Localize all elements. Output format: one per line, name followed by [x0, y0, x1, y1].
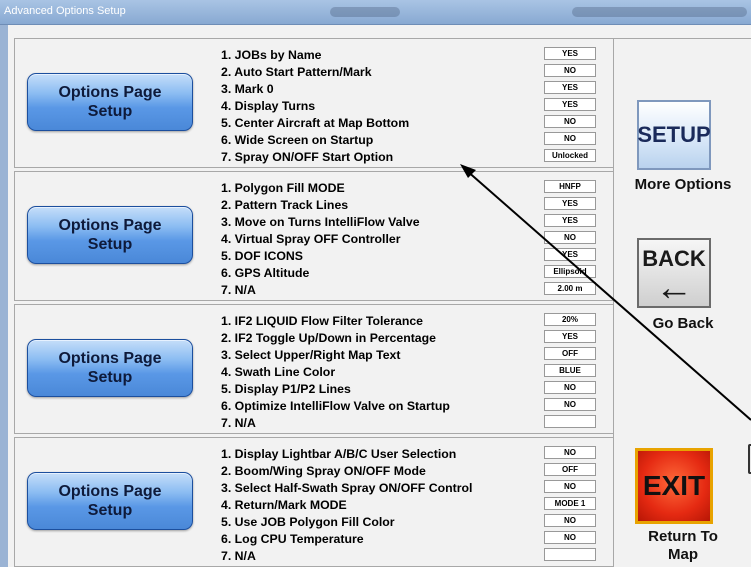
- go-back-caption: Go Back: [652, 315, 714, 332]
- option-value-field[interactable]: 20%: [544, 313, 596, 326]
- option-value-field[interactable]: NO: [544, 132, 596, 145]
- back-button[interactable]: BACK ←: [637, 238, 711, 308]
- button-label-line1: Options Page: [58, 217, 162, 234]
- options-page-setup-button-3[interactable]: Options Page Setup: [27, 339, 193, 397]
- option-item: 3. Select Half-Swath Spray ON/OFF Contro…: [221, 481, 473, 495]
- option-item: 7. N/A: [221, 416, 256, 430]
- options-section-4: Options Page Setup 1. Display Lightbar A…: [14, 437, 614, 567]
- options-section-1: Options Page Setup 1. JOBs by Name 2. Au…: [14, 38, 614, 168]
- option-item: 1. Polygon Fill MODE: [221, 181, 345, 195]
- options-section-3: Options Page Setup 1. IF2 LIQUID Flow Fi…: [14, 304, 614, 434]
- option-value-field[interactable]: HNFP: [544, 180, 596, 193]
- button-label-line2: Setup: [87, 103, 133, 120]
- option-item: 1. Display Lightbar A/B/C User Selection: [221, 447, 457, 461]
- option-value-field[interactable]: NO: [544, 381, 596, 394]
- option-value-field[interactable]: NO: [544, 531, 596, 544]
- option-list-3: 1. IF2 LIQUID Flow Filter Tolerance 2. I…: [221, 313, 450, 432]
- option-value-field[interactable]: NO: [544, 446, 596, 459]
- option-item: 3. Select Upper/Right Map Text: [221, 348, 401, 362]
- options-page-setup-button-4[interactable]: Options Page Setup: [27, 472, 193, 530]
- option-item: 2. Boom/Wing Spray ON/OFF Mode: [221, 464, 426, 478]
- button-label-line1: Options Page: [58, 84, 162, 101]
- value-column-2: HNFP YES YES NO YES Ellipsoid 2.00 m: [544, 180, 596, 299]
- option-value-field[interactable]: YES: [544, 81, 596, 94]
- option-value-field[interactable]: NO: [544, 398, 596, 411]
- window-left-border: [0, 25, 8, 567]
- option-value-field[interactable]: OFF: [544, 347, 596, 360]
- exit-button-label: EXIT: [642, 470, 706, 501]
- option-item: 6. Optimize IntelliFlow Valve on Startup: [221, 399, 450, 413]
- option-value-field[interactable]: YES: [544, 248, 596, 261]
- option-value-field[interactable]: Ellipsoid: [544, 265, 596, 278]
- option-item: 7. N/A: [221, 549, 256, 563]
- option-value-field[interactable]: YES: [544, 330, 596, 343]
- option-value-field[interactable]: NO: [544, 514, 596, 527]
- option-item: 3. Mark 0: [221, 82, 274, 96]
- navigation-panel: SETUP More Options BACK ← Go Back EXIT R…: [613, 38, 751, 567]
- option-item: 6. Wide Screen on Startup: [221, 133, 374, 147]
- option-value-field[interactable]: YES: [544, 197, 596, 210]
- option-value-field[interactable]: NO: [544, 64, 596, 77]
- options-main-area: Options Page Setup 1. JOBs by Name 2. Au…: [8, 25, 751, 567]
- value-column-4: NO OFF NO MODE 1 NO NO: [544, 446, 596, 565]
- button-label-line2: Setup: [87, 236, 133, 253]
- window-title: Advanced Options Setup: [4, 5, 126, 17]
- option-item: 6. GPS Altitude: [221, 266, 310, 280]
- return-to-map-caption-line2: Map: [668, 546, 698, 563]
- more-options-caption: More Options: [634, 176, 732, 193]
- option-value-field[interactable]: NO: [544, 231, 596, 244]
- option-value-field[interactable]: NO: [544, 115, 596, 128]
- option-item: 2. IF2 Toggle Up/Down in Percentage: [221, 331, 436, 345]
- option-value-field[interactable]: YES: [544, 214, 596, 227]
- option-value-field[interactable]: OFF: [544, 463, 596, 476]
- option-item: 4. Return/Mark MODE: [221, 498, 347, 512]
- setup-button-label: SETUP: [637, 122, 711, 147]
- button-label-line2: Setup: [87, 369, 133, 386]
- option-value-field[interactable]: 2.00 m: [544, 282, 596, 295]
- option-item: 2. Auto Start Pattern/Mark: [221, 65, 372, 79]
- button-label-line1: Options Page: [58, 350, 162, 367]
- option-item: 4. Virtual Spray OFF Controller: [221, 232, 401, 246]
- exit-button[interactable]: EXIT: [635, 448, 713, 524]
- option-item: 1. IF2 LIQUID Flow Filter Tolerance: [221, 314, 424, 328]
- option-item: 5. Display P1/P2 Lines: [221, 382, 351, 396]
- option-item: 1. JOBs by Name: [221, 48, 322, 62]
- option-list-4: 1. Display Lightbar A/B/C User Selection…: [221, 446, 472, 565]
- option-value-field[interactable]: YES: [544, 47, 596, 60]
- option-item: 4. Display Turns: [221, 99, 316, 113]
- option-list-1: 1. JOBs by Name 2. Auto Start Pattern/Ma…: [221, 47, 409, 166]
- option-item: 5. DOF ICONS: [221, 249, 303, 263]
- layout-status-text: [572, 7, 747, 17]
- options-section-2: Options Page Setup 1. Polygon Fill MODE …: [14, 171, 614, 301]
- button-label-line1: Options Page: [58, 483, 162, 500]
- option-value-field[interactable]: Unlocked: [544, 149, 596, 162]
- option-value-field[interactable]: BLUE: [544, 364, 596, 377]
- option-item: 6. Log CPU Temperature: [221, 532, 364, 546]
- options-page-setup-button-1[interactable]: Options Page Setup: [27, 73, 193, 131]
- option-value-field[interactable]: NO: [544, 480, 596, 493]
- option-item: 4. Swath Line Color: [221, 365, 336, 379]
- value-column-3: 20% YES OFF BLUE NO NO: [544, 313, 596, 432]
- left-arrow-icon: ←: [655, 267, 693, 309]
- aircraft-status-text: [330, 7, 400, 17]
- option-value-field[interactable]: [544, 548, 596, 561]
- button-label-line2: Setup: [87, 502, 133, 519]
- option-value-field[interactable]: [544, 415, 596, 428]
- option-item: 3. Move on Turns IntelliFlow Valve: [221, 215, 420, 229]
- option-item: 7. Spray ON/OFF Start Option: [221, 150, 394, 164]
- option-item: 5. Center Aircraft at Map Bottom: [221, 116, 410, 130]
- option-list-2: 1. Polygon Fill MODE 2. Pattern Track Li…: [221, 180, 420, 299]
- option-value-field[interactable]: YES: [544, 98, 596, 111]
- setup-button[interactable]: SETUP: [637, 100, 711, 170]
- return-to-map-caption-line1: Return To: [648, 528, 718, 545]
- option-item: 5. Use JOB Polygon Fill Color: [221, 515, 395, 529]
- option-item: 2. Pattern Track Lines: [221, 198, 349, 212]
- option-item: 7. N/A: [221, 283, 256, 297]
- title-bar: Advanced Options Setup: [0, 0, 751, 25]
- value-column-1: YES NO YES YES NO NO Unlocked: [544, 47, 596, 166]
- option-value-field[interactable]: MODE 1: [544, 497, 596, 510]
- options-page-setup-button-2[interactable]: Options Page Setup: [27, 206, 193, 264]
